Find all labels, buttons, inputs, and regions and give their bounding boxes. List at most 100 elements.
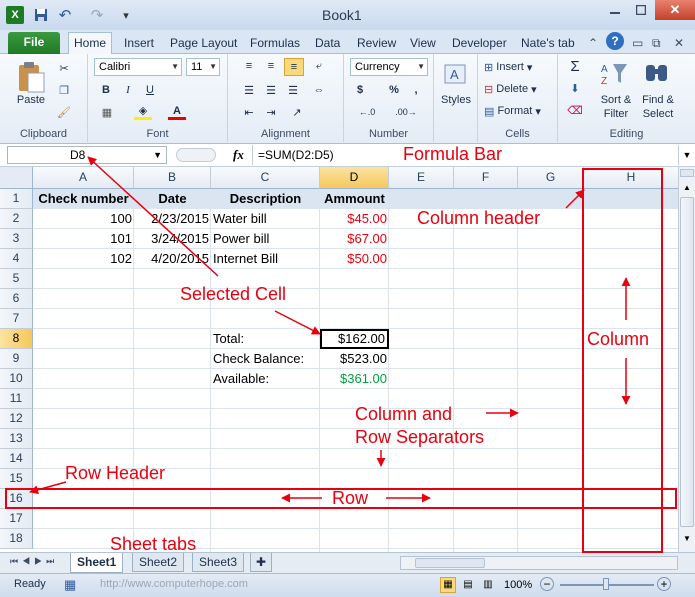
column-header-b[interactable]: B bbox=[134, 167, 211, 189]
align-left-icon[interactable]: ☰ bbox=[240, 82, 258, 98]
delete-cells-button[interactable]: ⊟ Delete ▾ bbox=[484, 80, 537, 98]
workbook-close-icon[interactable]: ✕ bbox=[674, 34, 684, 54]
paste-icon[interactable] bbox=[14, 60, 48, 94]
cell-c8[interactable]: Total: bbox=[211, 329, 320, 349]
row-header-16[interactable]: 16 bbox=[0, 489, 33, 509]
find-select-icon[interactable] bbox=[642, 60, 672, 88]
cell-d9[interactable]: $523.00 bbox=[320, 349, 389, 369]
cell-c9[interactable]: Check Balance: bbox=[211, 349, 320, 369]
styles-icon[interactable]: A bbox=[442, 60, 470, 88]
row-header-17[interactable]: 17 bbox=[0, 509, 33, 529]
customize-qat-icon[interactable]: ▾ bbox=[120, 6, 132, 24]
row-header-1[interactable]: 1 bbox=[0, 189, 33, 209]
comma-button[interactable]: , bbox=[408, 82, 424, 98]
tab-insert[interactable]: Insert bbox=[124, 34, 154, 54]
bold-button[interactable]: B bbox=[98, 82, 114, 98]
tab-data[interactable]: Data bbox=[315, 34, 340, 54]
help-icon[interactable]: ? bbox=[606, 32, 624, 50]
tab-home[interactable]: Home bbox=[68, 32, 112, 55]
tab-page-layout[interactable]: Page Layout bbox=[170, 34, 237, 54]
vertical-scrollbar[interactable]: ▲ ▼ bbox=[678, 167, 695, 552]
insert-sheet-icon[interactable]: ✚ bbox=[250, 553, 272, 572]
page-layout-view-icon[interactable]: ▤ bbox=[460, 577, 476, 593]
save-icon[interactable] bbox=[32, 6, 50, 24]
minimize-ribbon-icon[interactable]: ⌃ bbox=[588, 34, 598, 54]
horizontal-scroll-thumb[interactable] bbox=[415, 558, 485, 568]
tab-developer[interactable]: Developer bbox=[452, 34, 507, 54]
sheet-tab-2[interactable]: Sheet2 bbox=[132, 553, 185, 572]
sort-filter-label-1[interactable]: Sort & bbox=[596, 94, 636, 106]
cell-a1[interactable]: Check number bbox=[33, 189, 134, 209]
row-header-9[interactable]: 9 bbox=[0, 349, 33, 369]
align-middle-icon[interactable]: ≡ bbox=[262, 58, 280, 74]
cell-b4[interactable]: 4/20/2015 bbox=[134, 249, 211, 269]
sheet-tab-3[interactable]: Sheet3 bbox=[192, 553, 245, 572]
cut-icon[interactable]: ✂ bbox=[56, 60, 72, 76]
italic-button[interactable]: I bbox=[120, 82, 136, 98]
column-header-a[interactable]: A bbox=[33, 167, 134, 189]
percent-button[interactable]: % bbox=[386, 82, 402, 98]
cell-a4[interactable]: 102 bbox=[33, 249, 134, 269]
vertical-scroll-thumb[interactable] bbox=[680, 197, 694, 527]
column-header-e[interactable]: E bbox=[389, 167, 454, 189]
cell-d8[interactable]: $162.00 bbox=[320, 329, 389, 349]
column-header-f[interactable]: F bbox=[454, 167, 518, 189]
close-icon[interactable]: ✕ bbox=[655, 0, 695, 20]
row-header-4[interactable]: 4 bbox=[0, 249, 33, 269]
column-header-h[interactable]: H bbox=[584, 167, 679, 189]
row-header-14[interactable]: 14 bbox=[0, 449, 33, 469]
cell-b2[interactable]: 2/23/2015 bbox=[134, 209, 211, 229]
format-painter-icon[interactable]: 🖌 bbox=[56, 104, 72, 120]
split-box[interactable] bbox=[680, 169, 694, 177]
minimize-icon[interactable] bbox=[602, 0, 628, 20]
cell-a3[interactable]: 101 bbox=[33, 229, 134, 249]
borders-icon[interactable]: ▦ bbox=[98, 104, 116, 120]
select-all-corner[interactable] bbox=[0, 167, 33, 189]
zoom-in-icon[interactable]: + bbox=[657, 577, 671, 591]
row-header-15[interactable]: 15 bbox=[0, 469, 33, 489]
macro-recording-icon[interactable]: ▦ bbox=[64, 577, 76, 593]
row-header-8[interactable]: 8 bbox=[0, 329, 33, 349]
row-header-6[interactable]: 6 bbox=[0, 289, 33, 309]
align-bottom-icon[interactable]: ≡ bbox=[284, 58, 304, 76]
insert-cells-button[interactable]: ⊞ Insert ▾ bbox=[484, 58, 532, 76]
row-header-13[interactable]: 13 bbox=[0, 429, 33, 449]
autosum-icon[interactable]: Σ bbox=[566, 58, 584, 75]
align-center-icon[interactable]: ☰ bbox=[262, 82, 280, 98]
increase-indent-icon[interactable]: ⇥ bbox=[262, 104, 280, 120]
orientation-icon[interactable]: ↗ bbox=[288, 104, 306, 120]
expand-formula-bar-icon[interactable]: ▼ bbox=[678, 145, 695, 165]
maximize-icon[interactable] bbox=[628, 0, 654, 20]
tab-view[interactable]: View bbox=[410, 34, 436, 54]
sort-filter-label-2[interactable]: Filter bbox=[596, 108, 636, 120]
font-name-select[interactable]: Calibri ▼ bbox=[94, 58, 182, 76]
column-header-d[interactable]: D bbox=[320, 167, 389, 189]
column-header-c[interactable]: C bbox=[211, 167, 320, 189]
horizontal-scrollbar[interactable] bbox=[400, 556, 678, 570]
fill-color-icon[interactable]: ◈ bbox=[134, 104, 152, 120]
row-header-2[interactable]: 2 bbox=[0, 209, 33, 229]
find-select-label-1[interactable]: Find & bbox=[636, 94, 680, 106]
increase-decimal-button[interactable]: ←.0 bbox=[352, 104, 382, 120]
formula-bar-handle[interactable] bbox=[176, 148, 216, 162]
cell-d4[interactable]: $50.00 bbox=[320, 249, 389, 269]
sheet-nav-arrows-icon[interactable]: ⏮◀▶⏭ bbox=[10, 556, 58, 567]
clear-icon[interactable]: ⌫ bbox=[566, 102, 584, 118]
workbook-restore-icon[interactable]: ⧉ bbox=[652, 34, 661, 54]
cell-b3[interactable]: 3/24/2015 bbox=[134, 229, 211, 249]
cell-c4[interactable]: Internet Bill bbox=[211, 249, 320, 269]
row-header-12[interactable]: 12 bbox=[0, 409, 33, 429]
underline-button[interactable]: U bbox=[142, 82, 158, 98]
align-right-icon[interactable]: ☰ bbox=[284, 82, 302, 98]
sort-filter-icon[interactable]: AZ bbox=[600, 60, 630, 88]
name-box[interactable]: D8 ▼ bbox=[7, 146, 167, 164]
merge-center-icon[interactable]: ⇔ bbox=[310, 82, 328, 98]
cell-b1[interactable]: Date bbox=[134, 189, 211, 209]
find-select-label-2[interactable]: Select bbox=[636, 108, 680, 120]
zoom-slider-thumb[interactable] bbox=[603, 578, 609, 590]
cell-d10[interactable]: $361.00 bbox=[320, 369, 389, 389]
number-format-select[interactable]: Currency ▼ bbox=[350, 58, 428, 76]
font-color-icon[interactable]: A bbox=[168, 104, 186, 120]
scroll-up-icon[interactable]: ▲ bbox=[681, 181, 693, 195]
insert-function-icon[interactable]: fx bbox=[233, 147, 244, 163]
